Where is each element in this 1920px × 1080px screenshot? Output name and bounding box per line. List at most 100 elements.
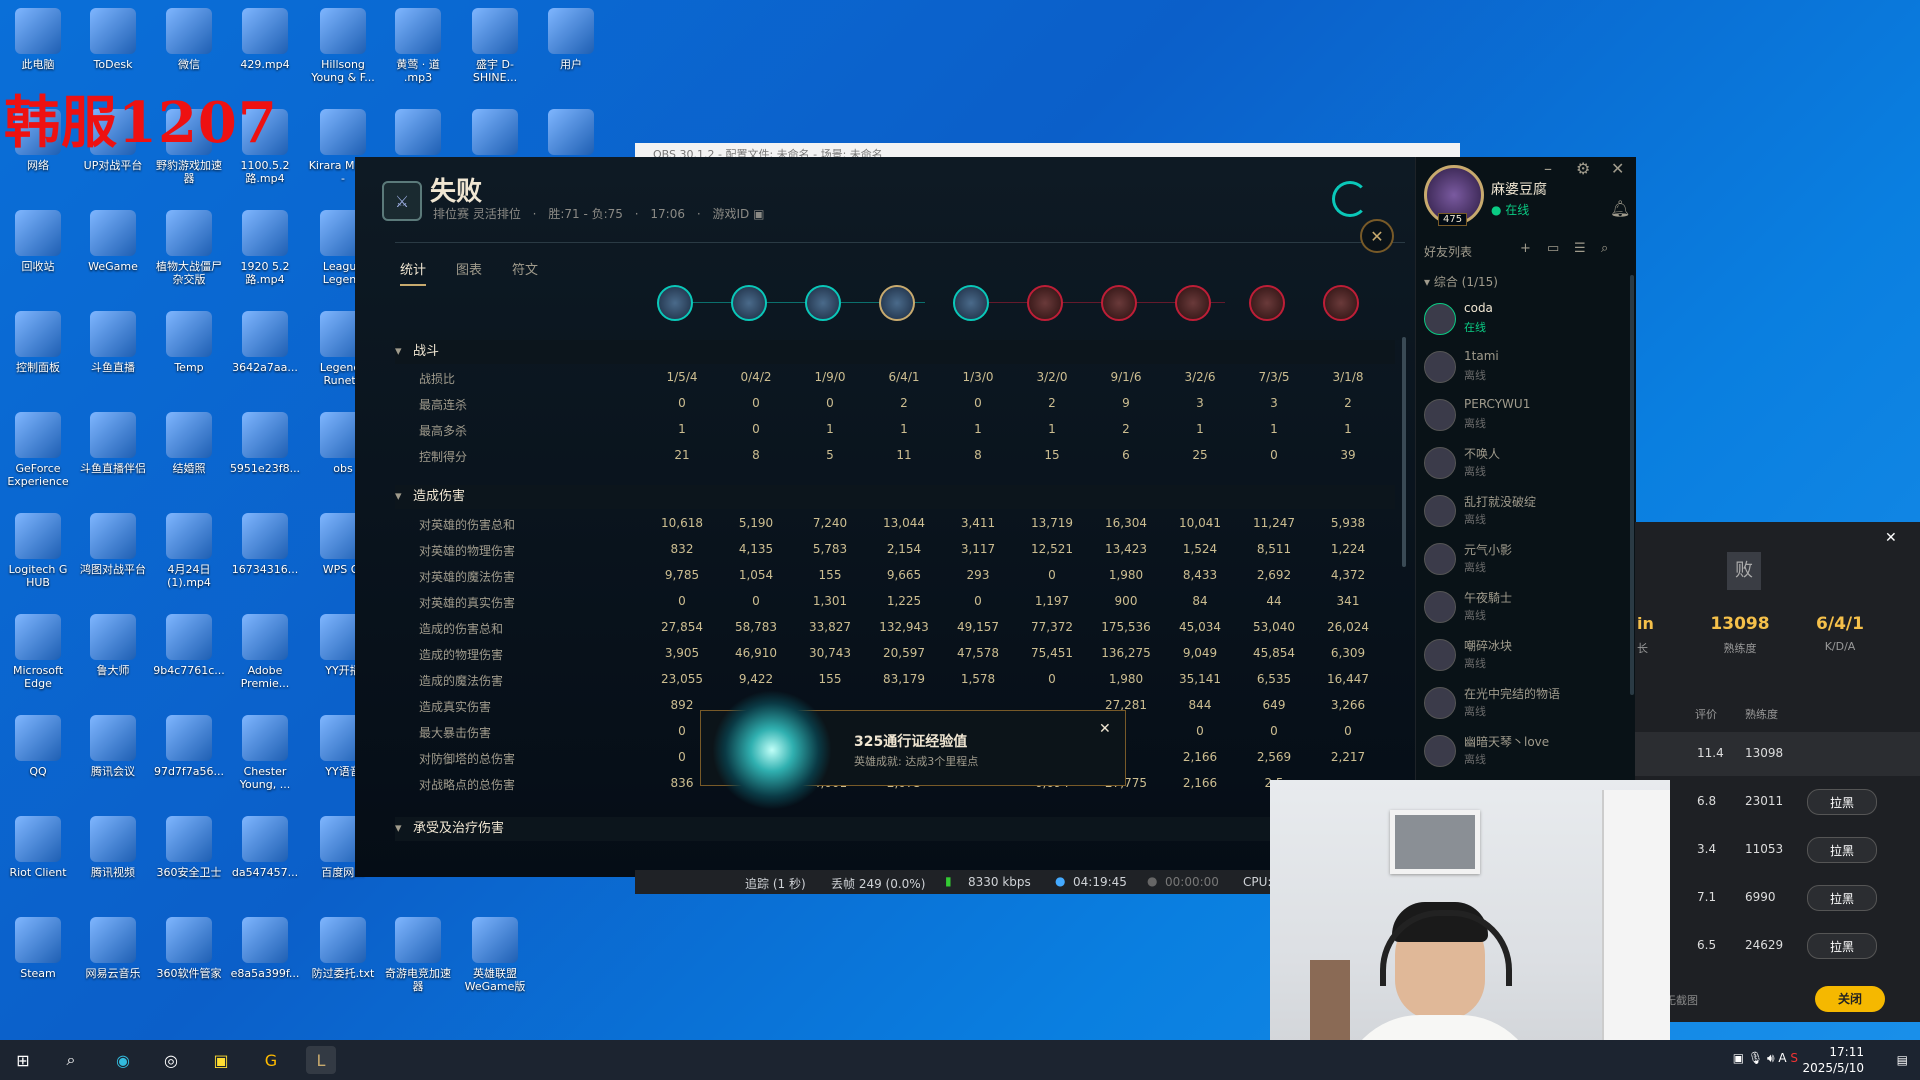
clock-date[interactable]: 2025/5/10 — [1802, 1060, 1864, 1076]
yy-icon[interactable]: ▣ — [206, 1046, 236, 1074]
blacklist-button[interactable]: 拉黑 — [1807, 789, 1877, 815]
desktop-icon[interactable]: 360安全卫士 — [152, 816, 226, 879]
section-combat[interactable]: ▾ 战斗 — [395, 340, 1395, 364]
desktop-icon[interactable]: 斗鱼直播 — [76, 311, 150, 374]
desktop-icon[interactable]: 防过委托.txt — [306, 917, 380, 980]
desktop-icon[interactable]: QQ — [1, 715, 75, 778]
friend-item[interactable]: 元气小影 离线 — [1424, 539, 1624, 583]
friend-item[interactable]: 乱打就没破绽 离线 — [1424, 491, 1624, 535]
champion-portrait[interactable] — [657, 285, 693, 321]
friends-scrollbar[interactable] — [1630, 275, 1634, 695]
champion-portrait[interactable] — [1101, 285, 1137, 321]
desktop-icon[interactable]: 9b4c7761c... — [152, 614, 226, 677]
desktop-icon[interactable]: 3642a7aa... — [228, 311, 302, 374]
desktop-icon[interactable]: 盛宇 D-SHINE... — [458, 8, 532, 84]
search-icon[interactable]: ⌕ — [1601, 241, 1608, 256]
tray-icons[interactable]: ▣ 🎙︎ 🔊︎ A S — [1733, 1050, 1798, 1066]
desktop-icon[interactable]: Adobe Premie... — [228, 614, 302, 690]
champion-portrait[interactable] — [1323, 285, 1359, 321]
desktop-icon[interactable]: Microsoft Edge — [1, 614, 75, 690]
edge-icon[interactable]: ◉ — [108, 1046, 138, 1074]
desktop-icon[interactable]: Chester Young, ... — [228, 715, 302, 791]
desktop-icon[interactable]: Riot Client — [1, 816, 75, 879]
lol-icon[interactable]: L — [306, 1046, 336, 1074]
friend-item[interactable]: 午夜騎士 离线 — [1424, 587, 1624, 631]
desktop-icon[interactable]: e8a5a399f... — [228, 917, 302, 980]
desktop-icon[interactable]: 腾讯会议 — [76, 715, 150, 778]
desktop-icon[interactable]: 微信 — [152, 8, 226, 71]
desktop-icon[interactable]: 网易云音乐 — [76, 917, 150, 980]
tab-stats[interactable]: 统计 — [400, 259, 427, 286]
desktop-icon[interactable] — [534, 109, 608, 159]
tab-graphs[interactable]: 图表 — [456, 259, 482, 286]
desktop-icon[interactable]: ToDesk — [76, 8, 150, 71]
tab-runes[interactable]: 符文 — [512, 259, 538, 286]
desktop-icon[interactable]: 控制面板 — [1, 311, 75, 374]
desktop-icon[interactable]: Steam — [1, 917, 75, 980]
desktop-icon[interactable]: 429.mp4 — [228, 8, 302, 71]
desktop-icon[interactable]: 回收站 — [1, 210, 75, 273]
champion-portrait[interactable] — [1027, 285, 1063, 321]
friend-item[interactable]: PERCYWU1 离线 — [1424, 395, 1624, 439]
desktop-icon[interactable]: Temp — [152, 311, 226, 374]
ime-indicator[interactable]: A — [1778, 1051, 1786, 1065]
bell-icon[interactable]: 🔔︎ — [1610, 199, 1630, 218]
champion-portrait[interactable] — [953, 285, 989, 321]
champion-portrait[interactable] — [805, 285, 841, 321]
champion-portrait[interactable] — [1175, 285, 1211, 321]
desktop-icon[interactable]: GeForce Experience — [1, 412, 75, 488]
close-button[interactable]: 关闭 — [1815, 986, 1885, 1012]
desktop-icon[interactable]: 4月24日(1).mp4 — [152, 513, 226, 589]
section-damage[interactable]: ▾ 造成伤害 — [395, 485, 1395, 509]
clock-time[interactable]: 17:11 — [1802, 1044, 1864, 1060]
friend-item[interactable]: 不唤人 离线 — [1424, 443, 1624, 487]
desktop-icon[interactable]: 斗鱼直播伴侣 — [76, 412, 150, 475]
desktop-icon[interactable]: 鸿图对战平台 — [76, 513, 150, 576]
settings-icon[interactable]: ⚙ — [1576, 159, 1590, 178]
desktop-icon[interactable]: Hillsong Young & F... — [306, 8, 380, 84]
close-icon[interactable]: ✕ — [1885, 530, 1897, 546]
volume-icon[interactable]: 🔊︎ — [1767, 1051, 1775, 1065]
desktop-icon[interactable]: 鲁大师 — [76, 614, 150, 677]
desktop-icon[interactable]: 奇游电竞加速器 — [381, 917, 455, 993]
blacklist-button[interactable]: 拉黑 — [1807, 837, 1877, 863]
wegame-tray-icon[interactable]: ▣ — [1733, 1051, 1744, 1065]
friend-item[interactable]: 嘲碎冰块 离线 — [1424, 635, 1624, 679]
desktop-icon[interactable]: 16734316... — [228, 513, 302, 576]
champion-portrait[interactable] — [879, 285, 915, 321]
desktop-icon[interactable]: 英雄联盟 WeGame版 — [458, 917, 532, 993]
friend-item[interactable]: coda 在线 — [1424, 299, 1624, 343]
section-taken[interactable]: ▾ 承受及治疗伤害 — [395, 817, 1395, 841]
start-icon[interactable]: ⊞ — [8, 1046, 38, 1074]
close-match-button[interactable]: ✕ — [1360, 219, 1394, 253]
obs-icon[interactable]: ◎ — [156, 1046, 186, 1074]
desktop-icon[interactable]: 结婚照 — [152, 412, 226, 475]
desktop-icon[interactable] — [381, 109, 455, 159]
desktop-icon[interactable]: 5951e23f8... — [228, 412, 302, 475]
minimize-icon[interactable]: – — [1544, 159, 1552, 178]
desktop-icon[interactable]: WeGame — [76, 210, 150, 273]
desktop-icon[interactable]: 360软件管家 — [152, 917, 226, 980]
copy-icon[interactable]: ▣ — [753, 207, 764, 221]
blacklist-button[interactable]: 拉黑 — [1807, 933, 1877, 959]
wegame-icon[interactable]: G — [256, 1046, 286, 1074]
blacklist-button[interactable]: 拉黑 — [1807, 885, 1877, 911]
friend-item[interactable]: 1tami 离线 — [1424, 347, 1624, 391]
close-icon[interactable]: ✕ — [1099, 721, 1111, 737]
sogou-icon[interactable]: S — [1790, 1051, 1798, 1065]
search-icon[interactable]: ⌕ — [56, 1046, 86, 1074]
desktop-icon[interactable]: 黄莺 · 道 .mp3 — [381, 8, 455, 84]
scrollbar[interactable] — [1402, 337, 1406, 567]
champion-portrait[interactable] — [731, 285, 767, 321]
desktop-icon[interactable] — [458, 109, 532, 159]
folder-icon[interactable]: ▭ — [1547, 241, 1559, 256]
game-id-label[interactable]: 游戏ID — [712, 207, 749, 221]
desktop-icon[interactable]: da547457... — [228, 816, 302, 879]
desktop-icon[interactable]: 97d7f7a56... — [152, 715, 226, 778]
desktop-icon[interactable]: 1920 5.2路.mp4 — [228, 210, 302, 286]
add-friend-icon[interactable]: + — [1520, 241, 1531, 256]
friends-group[interactable]: ▾ 综合 (1/15) — [1424, 273, 1498, 290]
desktop-icon[interactable]: 用户 — [534, 8, 608, 71]
champion-portrait[interactable] — [1249, 285, 1285, 321]
friend-item[interactable]: 在光中完结的物语 离线 — [1424, 683, 1624, 727]
